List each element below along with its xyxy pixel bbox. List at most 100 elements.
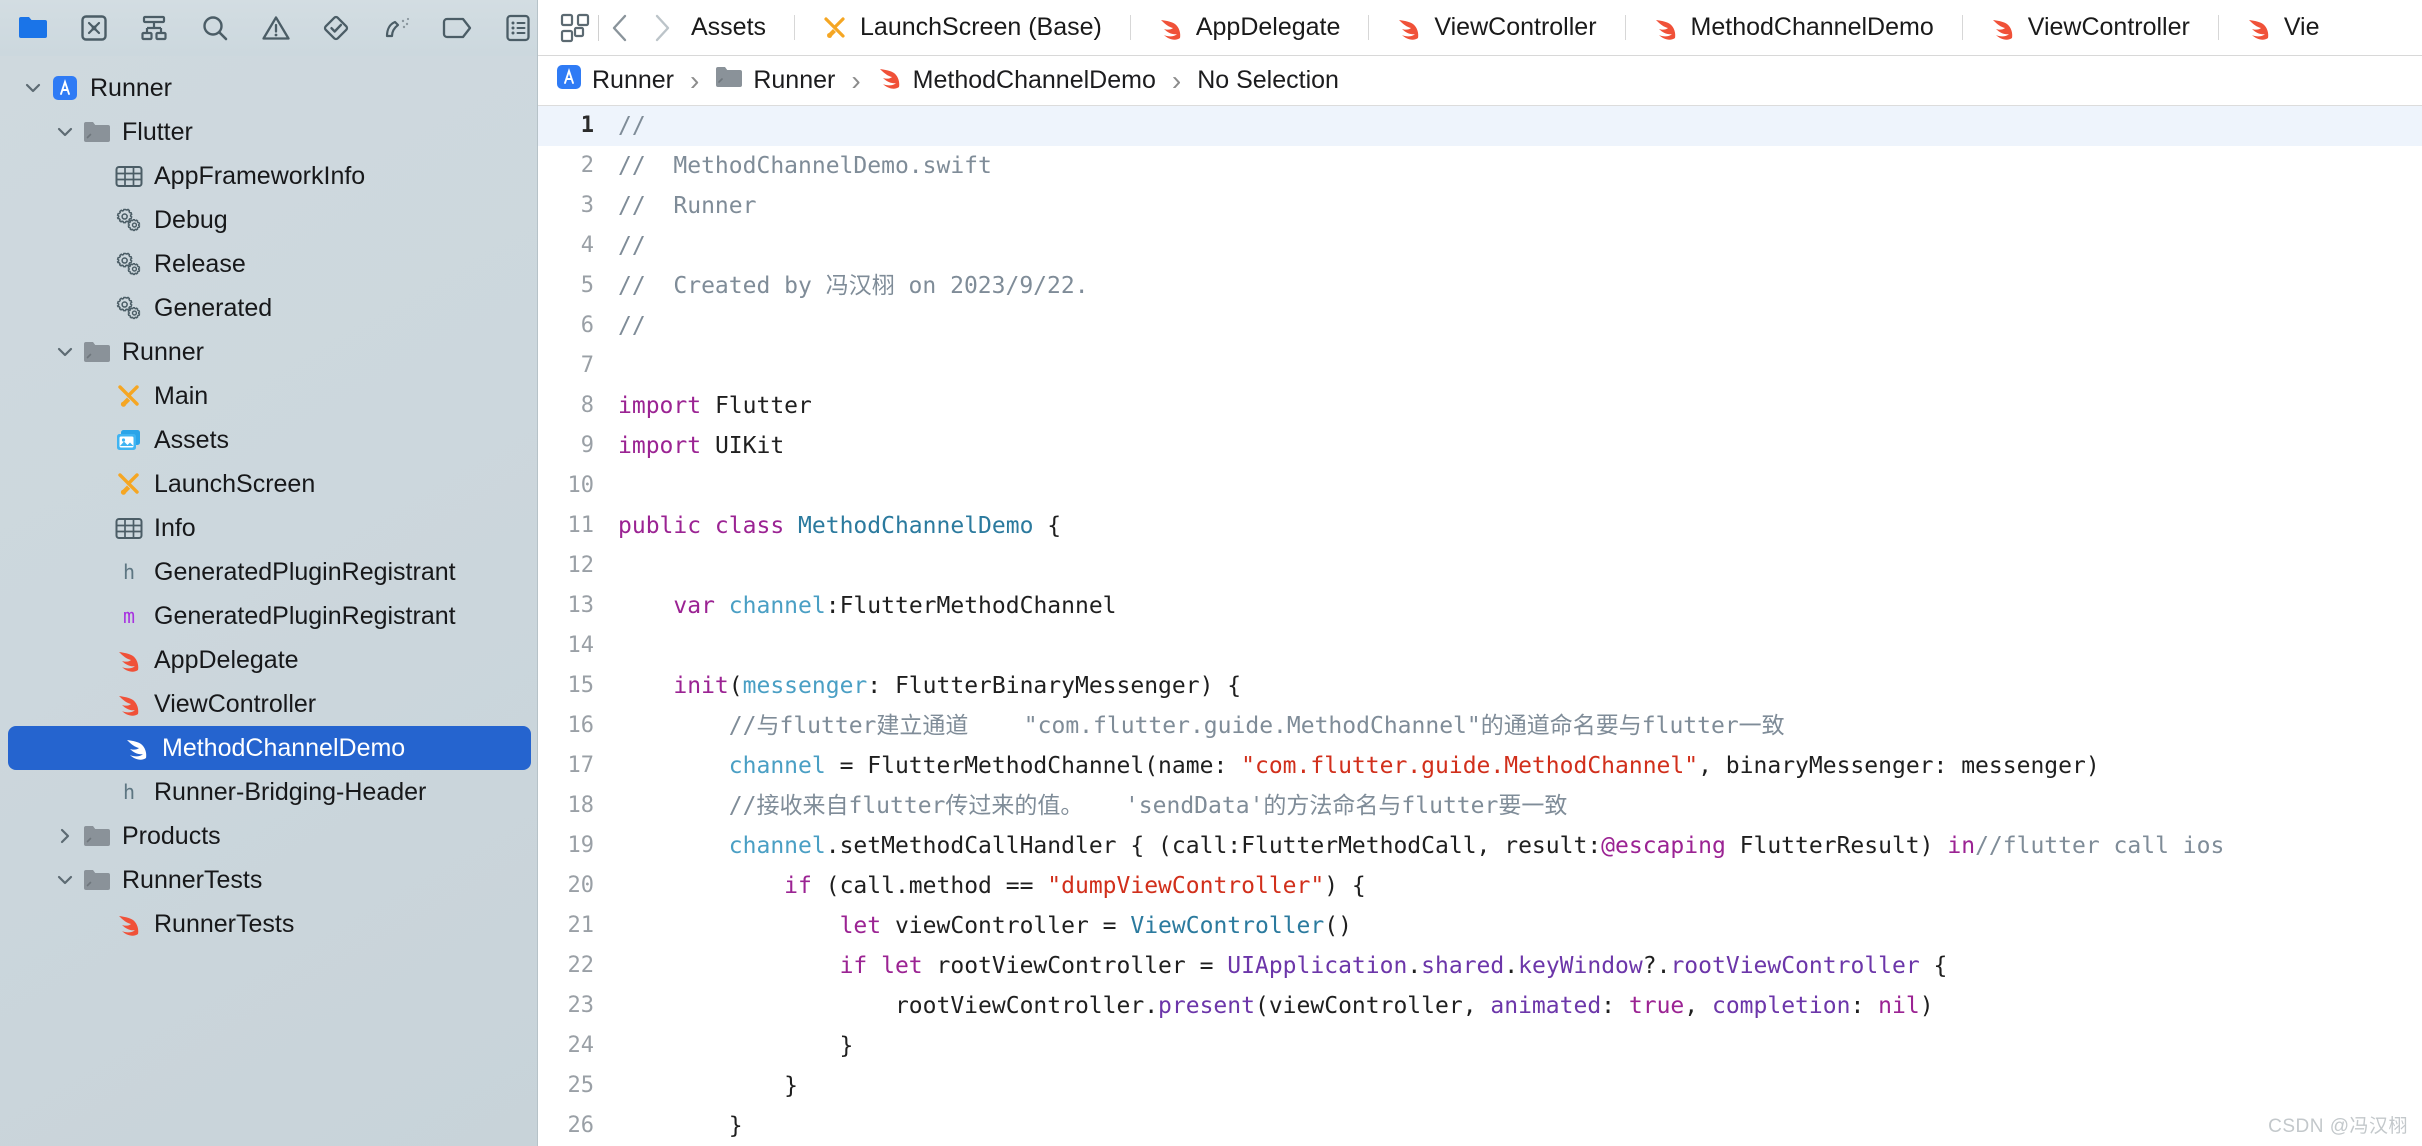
code-token-cmt: // MethodChannelDemo.swift [618, 153, 992, 179]
chevron-down-icon[interactable] [50, 342, 80, 362]
breadcrumb-separator: › [1171, 64, 1182, 96]
chevron-right-icon[interactable] [50, 826, 80, 846]
code-line[interactable]: 10 [538, 466, 2422, 506]
sidebar-item-runnertests[interactable]: RunnerTests [0, 858, 537, 902]
code-text: channel = FlutterMethodChannel(name: "co… [612, 746, 2422, 786]
sidebar-item-appframeworkinfo[interactable]: AppFrameworkInfo [0, 154, 537, 198]
code-token-prop: UIApplication [1227, 953, 1408, 979]
code-token-plain: UIKit [701, 433, 785, 459]
tab-viewcontroller-2[interactable]: ViewController [1961, 0, 2218, 55]
debug-navigator-icon[interactable] [377, 8, 416, 48]
code-line[interactable]: 21 let viewController = ViewController() [538, 906, 2422, 946]
code-line[interactable]: 3 // Runner [538, 186, 2422, 226]
chevron-down-icon[interactable] [18, 78, 48, 98]
tab-viewcontroller[interactable]: ViewController [1368, 0, 1625, 55]
chevron-down-icon[interactable] [50, 870, 80, 890]
code-line[interactable]: 24 } [538, 1026, 2422, 1066]
sidebar-item-info[interactable]: Info [0, 506, 537, 550]
code-line[interactable]: 16 //与flutter建立通道 "com.flutter.guide.Met… [538, 706, 2422, 746]
sidebar-item-debug[interactable]: Debug [0, 198, 537, 242]
find-navigator-icon[interactable] [196, 8, 235, 48]
sidebar-item-runner-bridging-header[interactable]: h Runner-Bridging-Header [0, 770, 537, 814]
sidebar-item-appdelegate[interactable]: AppDelegate [0, 638, 537, 682]
sidebar-item-generatedpluginregistrant[interactable]: h GeneratedPluginRegistrant [0, 550, 537, 594]
tab-appdelegate[interactable]: AppDelegate [1129, 0, 1369, 55]
line-number: 22 [567, 953, 595, 978]
project-navigator-icon[interactable] [14, 8, 53, 48]
sidebar-item-methodchanneldemo[interactable]: MethodChannelDemo [8, 726, 531, 770]
line-number: 15 [567, 673, 595, 698]
tab-assets[interactable]: Assets [685, 0, 795, 55]
code-line[interactable]: 22 if let rootViewController = UIApplica… [538, 946, 2422, 986]
svg-text:m: m [123, 604, 135, 628]
sidebar-item-viewcontroller[interactable]: ViewController [0, 682, 537, 726]
sidebar-item-runner[interactable]: Runner [0, 330, 537, 374]
chevron-right-icon[interactable] [641, 0, 683, 55]
line-number: 4 [580, 233, 594, 258]
code-line[interactable]: 6 // [538, 306, 2422, 346]
code-token-prop: keyWindow [1518, 953, 1643, 979]
code-token-plain: , [1684, 993, 1712, 1019]
breadcrumb-item-file[interactable]: MethodChannelDemo [877, 64, 1156, 97]
code-line[interactable]: 9 import UIKit [538, 426, 2422, 466]
code-line[interactable]: 8 import Flutter [538, 386, 2422, 426]
sidebar-item-label: ViewController [154, 689, 317, 718]
report-navigator-icon[interactable] [499, 8, 538, 48]
code-line[interactable]: 17 channel = FlutterMethodChannel(name: … [538, 746, 2422, 786]
sidebar-item-generated[interactable]: Generated [0, 286, 537, 330]
sidebar-item-main[interactable]: Main [0, 374, 537, 418]
sidebar-item-launchscreen[interactable]: LaunchScreen [0, 462, 537, 506]
code-line[interactable]: 2 // MethodChannelDemo.swift [538, 146, 2422, 186]
code-line[interactable]: 26 } [538, 1106, 2422, 1146]
project-navigator-sidebar[interactable]: Runner Flutter AppFrameworkInfo Debug Releas… [0, 56, 538, 1146]
sidebar-item-runnertests[interactable]: RunnerTests [0, 902, 537, 946]
source-code-editor[interactable]: 1 // 2 // MethodChannelDemo.swift 3 // Runner… [538, 106, 2422, 1146]
swift-icon [112, 911, 146, 937]
code-line[interactable]: 19 channel.setMethodCallHandler { (call:… [538, 826, 2422, 866]
code-line[interactable]: 18 //接收来自flutter传过来的值。 'sendData'的方法命名与f… [538, 786, 2422, 826]
tab-label: ViewController [1434, 13, 1597, 41]
code-line[interactable]: 23 rootViewController.present(viewContro… [538, 986, 2422, 1026]
code-token-kw: import [618, 393, 702, 419]
tab-viewcontroller-3[interactable]: Vie [2217, 0, 2348, 55]
test-navigator-icon[interactable] [317, 8, 356, 48]
code-line[interactable]: 15 init(messenger: FlutterBinaryMessenge… [538, 666, 2422, 706]
code-token-plain: : [1850, 993, 1879, 1019]
sidebar-item-assets[interactable]: Assets [0, 418, 537, 462]
tab-bar-controls [538, 0, 685, 55]
issue-navigator-icon[interactable] [256, 8, 295, 48]
source-control-navigator-icon[interactable] [75, 8, 114, 48]
code-line[interactable]: 14 [538, 626, 2422, 666]
breadcrumb-item-group[interactable]: Runner [715, 65, 835, 96]
symbol-navigator-icon[interactable] [135, 8, 174, 48]
code-line[interactable]: 12 [538, 546, 2422, 586]
sidebar-item-label: RunnerTests [154, 909, 295, 938]
breakpoint-navigator-icon[interactable] [438, 8, 477, 48]
code-line[interactable]: 5 // Created by 冯汉栩 on 2023/9/22. [538, 266, 2422, 306]
sidebar-item-release[interactable]: Release [0, 242, 537, 286]
line-number: 23 [567, 993, 595, 1018]
code-token-kw: in [1947, 833, 1976, 859]
sidebar-item-products[interactable]: Products [0, 814, 537, 858]
breadcrumb-item-project[interactable]: Runner [556, 64, 674, 97]
code-line[interactable]: 13 var channel:FlutterMethodChannel [538, 586, 2422, 626]
code-line[interactable]: 11 public class MethodChannelDemo { [538, 506, 2422, 546]
sidebar-item-runner[interactable]: Runner [0, 66, 537, 110]
sidebar-item-generatedpluginregistrant[interactable]: m GeneratedPluginRegistrant [0, 594, 537, 638]
breadcrumb-item-selection[interactable]: No Selection [1197, 66, 1339, 95]
code-token-var: channel [728, 753, 826, 779]
chevron-left-icon[interactable] [599, 0, 641, 55]
sidebar-item-flutter[interactable]: Flutter [0, 110, 537, 154]
tab-overview-icon[interactable] [552, 0, 598, 55]
code-token-plain: : FlutterBinaryMessenger) { [867, 673, 1242, 699]
code-line[interactable]: 7 [538, 346, 2422, 386]
code-line[interactable]: 4 // [538, 226, 2422, 266]
code-text: //接收来自flutter传过来的值。 'sendData'的方法命名与flut… [612, 786, 2422, 826]
tab-launchscreen-base[interactable]: LaunchScreen (Base) [794, 0, 1130, 55]
code-line[interactable]: 1 // [538, 106, 2422, 146]
chevron-down-icon[interactable] [50, 122, 80, 142]
tab-methodchanneldemo[interactable]: MethodChannelDemo [1624, 0, 1962, 55]
code-line[interactable]: 20 if (call.method == "dumpViewControlle… [538, 866, 2422, 906]
code-line[interactable]: 25 } [538, 1066, 2422, 1106]
config-icon [112, 296, 146, 320]
